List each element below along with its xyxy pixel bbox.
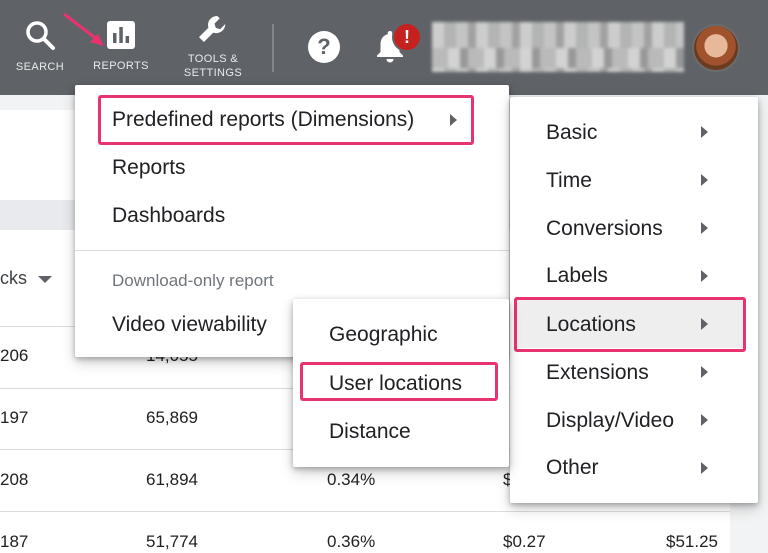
tools-settings-button[interactable]: TOOLS & SETTINGS [180, 0, 246, 95]
submenu-item-time[interactable]: Time [546, 169, 592, 193]
submenu-caret-icon [701, 414, 708, 426]
account-info-redacted[interactable] [432, 22, 684, 72]
impressions-cell: 65,869 [146, 408, 198, 427]
svg-text:?: ? [317, 34, 330, 59]
locations-submenu: Geographic User locations Distance [293, 299, 509, 467]
download-only-header: Download-only report [112, 271, 274, 290]
wrench-icon [199, 15, 226, 42]
avg-cpc-cell: $0.27 [503, 532, 546, 551]
row-divider [0, 511, 730, 512]
submenu-item-conversions[interactable]: Conversions [546, 217, 663, 241]
menu-divider [75, 250, 509, 251]
submenu-caret-icon [701, 126, 708, 138]
clicks-column-header[interactable]: cks [0, 268, 27, 289]
submenu-item-labels[interactable]: Labels [546, 264, 608, 288]
submenu-item-geographic[interactable]: Geographic [329, 323, 438, 347]
submenu-item-locations[interactable]: Locations [546, 313, 636, 337]
submenu-caret-icon [701, 462, 708, 474]
search-icon [26, 21, 55, 50]
submenu-item-extensions[interactable]: Extensions [546, 361, 649, 385]
menu-item-reports[interactable]: Reports [112, 156, 186, 180]
submenu-caret-icon [701, 270, 708, 282]
sort-caret-icon[interactable] [38, 276, 52, 283]
annotation-arrow-icon [63, 12, 104, 46]
clicks-cell: 208 [0, 470, 29, 489]
reports-icon [107, 21, 135, 49]
submenu-item-distance[interactable]: Distance [329, 420, 411, 444]
notification-badge: ! [392, 22, 422, 52]
help-button[interactable]: ? [304, 0, 344, 95]
top-navigation-bar: SEARCH REPORTS TOOLS & SETTINGS ? ! [0, 0, 768, 95]
submenu-item-other[interactable]: Other [546, 456, 599, 480]
submenu-caret-icon [701, 318, 708, 330]
reports-label: REPORTS [93, 60, 149, 72]
submenu-caret-icon [450, 114, 457, 126]
avatar[interactable] [692, 24, 740, 72]
topbar-divider [272, 24, 274, 72]
submenu-caret-icon [701, 174, 708, 186]
submenu-caret-icon [701, 222, 708, 234]
menu-item-video-viewability[interactable]: Video viewability [112, 313, 267, 337]
ctr-cell: 0.34% [327, 470, 376, 489]
search-label: SEARCH [15, 61, 65, 73]
dimensions-submenu: Basic Time Conversions Labels Locations … [510, 97, 758, 503]
submenu-item-user-locations[interactable]: User locations [329, 372, 462, 396]
submenu-item-basic[interactable]: Basic [546, 121, 597, 145]
ctr-cell: 0.36% [327, 532, 376, 551]
tools-settings-label: TOOLS & SETTINGS [183, 53, 243, 79]
submenu-item-display-video[interactable]: Display/Video [546, 409, 674, 433]
menu-item-dashboards[interactable]: Dashboards [112, 204, 225, 228]
impressions-cell: 51,774 [146, 532, 198, 551]
impressions-cell: 61,894 [146, 470, 198, 489]
help-icon: ? [308, 31, 340, 63]
clicks-cell: 187 [0, 532, 29, 551]
cost-cell: $51.25 [666, 532, 718, 551]
menu-item-predefined-reports[interactable]: Predefined reports (Dimensions) [112, 108, 414, 132]
clicks-cell: 206 [0, 346, 29, 365]
submenu-caret-icon [701, 366, 708, 378]
clicks-cell: 197 [0, 408, 29, 427]
